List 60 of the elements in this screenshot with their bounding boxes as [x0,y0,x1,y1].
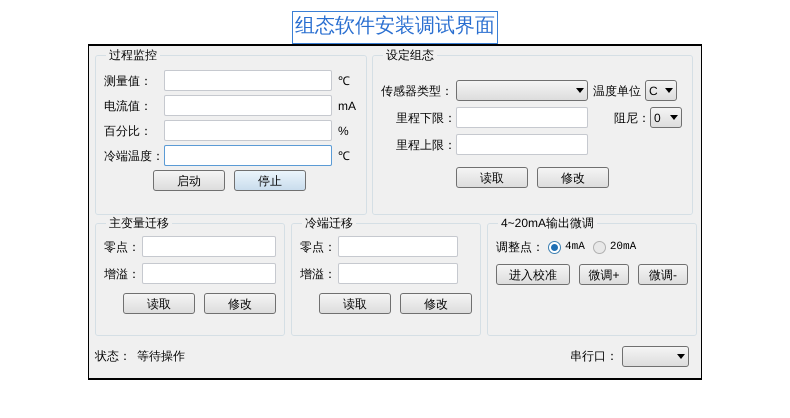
button[interactable]: 修改 [537,167,609,188]
field-label: 增溢： [104,266,141,282]
field-label: 电流值： [104,98,153,114]
button[interactable]: 启动 [153,170,225,191]
dropdown-arrow-icon [670,115,678,120]
button[interactable]: 修改 [204,293,276,314]
unit-label: ℃ [338,72,350,90]
button[interactable]: 读取 [123,293,195,314]
button[interactable]: 微调- [638,264,688,285]
text-field[interactable] [164,70,332,91]
unit-label: mA [338,98,356,114]
dropdown-arrow-icon [677,354,685,358]
field-label: 传感器类型： [381,82,454,100]
text-field[interactable] [338,236,458,257]
text-field[interactable] [142,263,276,284]
sensor-type-dropdown[interactable] [456,80,588,101]
text-field[interactable] [164,95,332,116]
status-label: 状态： [95,348,131,365]
field-label: 百分比： [104,122,153,140]
field-label: 测量值： [104,72,153,90]
damping-dropdown[interactable]: 0 [650,107,682,128]
radio-button[interactable] [548,240,561,254]
temp-unit-dropdown[interactable]: C [645,80,677,101]
button[interactable]: 微调+ [579,264,629,285]
button[interactable]: 停止 [234,170,306,191]
group-title: 冷端迁移 [304,216,354,230]
field-label: 增溢： [300,266,337,282]
group-title: 设定组态 [385,48,435,62]
field-label: 里程上限： [395,136,456,154]
field-label: 零点： [300,238,337,256]
unit-label: ℃ [338,148,350,164]
field-label: 零点： [104,238,141,256]
dropdown-arrow-icon [576,88,584,93]
text-field[interactable] [164,145,332,166]
group-title: 主变量迁移 [108,216,170,230]
text-field[interactable] [456,134,588,155]
page-title: 组态软件安装调试界面 [292,11,498,44]
field-label: 温度单位 [593,82,641,100]
button[interactable]: 修改 [400,293,472,314]
serial-port-dropdown[interactable] [622,346,689,366]
field-label: 里程下限： [395,110,456,126]
text-field[interactable] [338,263,458,284]
radio-label: 20mA [610,240,636,255]
field-label: 调整点： [496,239,544,256]
radio-button[interactable] [592,240,606,254]
text-field[interactable] [164,120,332,141]
button[interactable]: 读取 [456,167,528,188]
group-title: 过程监控 [108,48,158,62]
button[interactable]: 进入校准 [496,264,570,285]
radio-label: 4mA [565,240,585,255]
field-label: 阻尼： [613,110,650,126]
button[interactable]: 读取 [319,293,391,314]
unit-label: % [338,122,349,140]
group-title: 4~20mA输出微调 [500,216,596,230]
field-label: 串行口： [570,348,618,365]
status-text: 等待操作 [137,348,185,365]
dropdown-arrow-icon [665,88,673,93]
field-label: 冷端温度： [104,148,164,164]
text-field[interactable] [456,107,588,128]
text-field[interactable] [142,236,276,257]
